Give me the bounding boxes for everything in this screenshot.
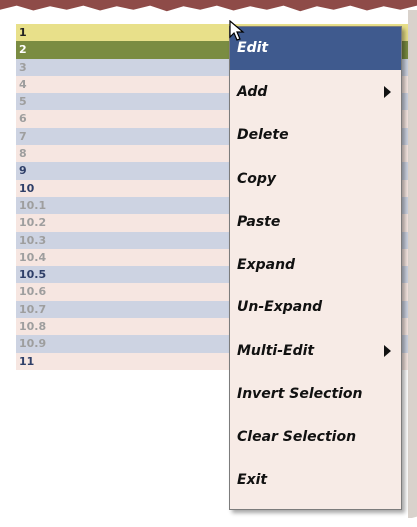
menu-item-label: Multi-Edit — [237, 343, 315, 359]
menu-item-label: Un-Expand — [237, 299, 323, 315]
menu-item-exit[interactable]: Exit — [230, 460, 401, 500]
left-margin — [0, 10, 16, 518]
row-label: 3 — [19, 60, 27, 74]
menu-item-clear-selection[interactable]: Clear Selection — [230, 417, 401, 457]
menu-item-add[interactable]: Add — [230, 72, 401, 112]
row-label: 4 — [19, 77, 27, 91]
row-label: 7 — [19, 129, 27, 143]
menu-item-edit[interactable]: Edit — [230, 27, 401, 70]
menu-item-unexpand[interactable]: Un-Expand — [230, 287, 401, 327]
row-label: 10.8 — [19, 320, 47, 334]
menu-item-label: Edit — [237, 40, 269, 56]
row-label: 10.2 — [19, 216, 47, 230]
menu-item-copy[interactable]: Copy — [230, 159, 401, 199]
menu-item-label: Exit — [237, 472, 268, 488]
menu-item-label: Invert Selection — [237, 386, 363, 402]
row-label: 10.6 — [19, 285, 47, 299]
menu-item-label: Copy — [237, 171, 277, 187]
mouse-pointer-icon — [229, 20, 245, 41]
row-label: 8 — [19, 147, 27, 161]
menu-item-invert-selection[interactable]: Invert Selection — [230, 374, 401, 414]
menu-item-label: Expand — [237, 257, 296, 273]
submenu-arrow-icon — [384, 345, 391, 357]
menu-item-expand[interactable]: Expand — [230, 245, 401, 285]
row-label: 10.1 — [19, 198, 47, 212]
row-label: 6 — [19, 112, 27, 126]
row-label: 11 — [19, 354, 35, 368]
row-label: 10.7 — [19, 302, 47, 316]
menu-item-paste[interactable]: Paste — [230, 202, 401, 242]
menu-item-label: Clear Selection — [237, 429, 357, 445]
background-strip — [408, 10, 417, 518]
row-label: 10.3 — [19, 233, 47, 247]
menu-item-label: Add — [237, 84, 268, 100]
row-label: 2 — [19, 43, 27, 57]
context-menu: Edit Add Delete Copy Paste Expand Un-Exp… — [229, 26, 402, 510]
menu-item-multi-edit[interactable]: Multi-Edit — [230, 331, 401, 371]
row-label: 10.9 — [19, 337, 47, 351]
row-label: 1 — [19, 26, 27, 39]
row-label: 5 — [19, 95, 27, 109]
row-label: 10.4 — [19, 250, 47, 264]
row-label: 10 — [19, 181, 35, 195]
torn-bottom-edge — [0, 515, 417, 527]
menu-item-label: Paste — [237, 214, 281, 230]
row-label: 9 — [19, 164, 27, 178]
menu-item-label: Delete — [237, 127, 289, 143]
row-label: 10.5 — [19, 268, 47, 282]
menu-item-delete[interactable]: Delete — [230, 115, 401, 155]
submenu-arrow-icon — [384, 86, 391, 98]
torn-top-edge — [0, 0, 417, 12]
